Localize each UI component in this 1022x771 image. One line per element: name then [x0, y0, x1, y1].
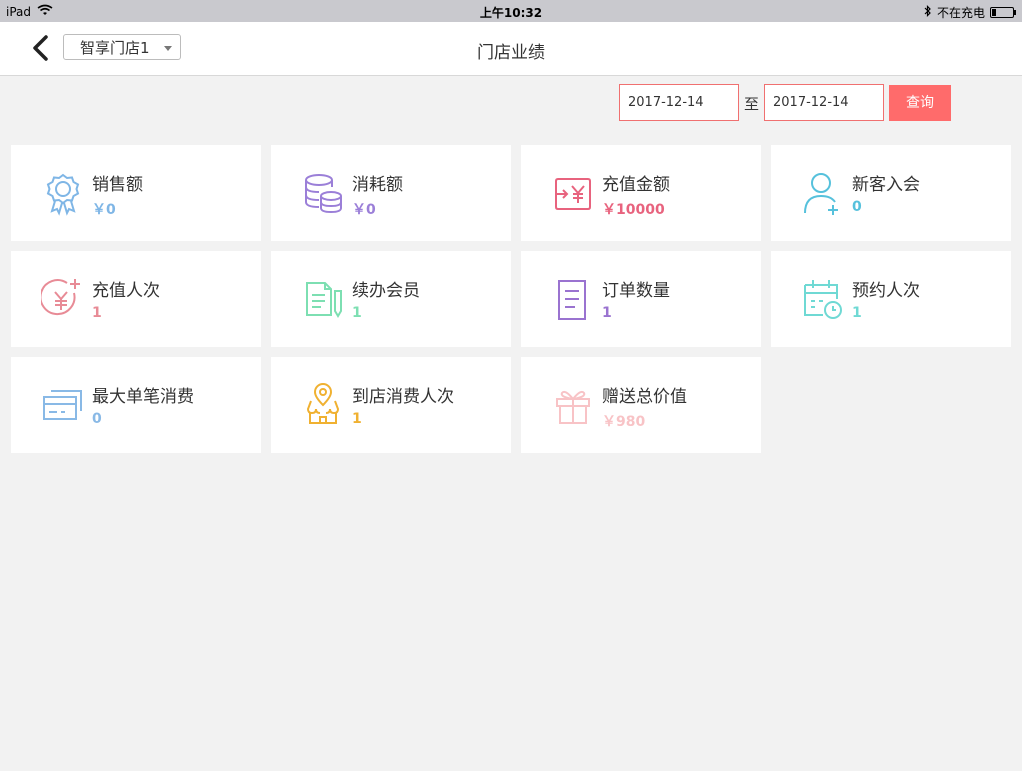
stat-card-recharge-count: 充值人次 1	[11, 251, 261, 347]
date-from-input[interactable]: 2017-12-14	[619, 84, 739, 121]
stat-card-consumption: 消耗额 ￥0	[271, 145, 511, 241]
credit-cards-icon	[41, 381, 85, 429]
stat-value: ￥0	[352, 202, 376, 218]
stat-value: 1	[352, 411, 362, 427]
stat-value: 1	[352, 305, 362, 321]
stat-label: 充值人次	[92, 281, 160, 301]
add-user-icon	[801, 169, 845, 217]
status-time: 上午10:32	[479, 6, 543, 20]
stat-card-gift-value: 赠送总价值 ￥980	[521, 357, 761, 453]
stat-value: 1	[852, 305, 862, 321]
stat-card-store-visits: 到店消费人次 1	[271, 357, 511, 453]
stat-label: 销售额	[92, 175, 143, 195]
stat-value: 1	[92, 305, 102, 321]
date-to-input[interactable]: 2017-12-14	[764, 84, 884, 121]
stat-card-sales: 销售额 ￥0	[11, 145, 261, 241]
status-bar: iPad 上午10:32 不在充电	[0, 0, 1022, 22]
store-location-icon	[301, 381, 345, 429]
award-icon	[41, 169, 85, 217]
stat-value: ￥0	[92, 202, 116, 218]
bluetooth-icon	[924, 5, 932, 20]
stat-label: 充值金额	[602, 175, 670, 195]
document-edit-icon	[301, 275, 345, 323]
stat-label: 订单数量	[602, 281, 670, 301]
stat-card-max-single: 最大单笔消费 0	[11, 357, 261, 453]
date-separator: 至	[744, 95, 760, 113]
nav-bar: 智享门店1 门店业绩	[0, 22, 1022, 76]
stat-card-recharge-amount: 充值金额 ￥10000	[521, 145, 761, 241]
stat-card-orders: 订单数量 1	[521, 251, 761, 347]
calendar-clock-icon	[801, 275, 845, 323]
stat-card-renewal: 续办会员 1	[271, 251, 511, 347]
stat-card-appointments: 预约人次 1	[771, 251, 1011, 347]
charging-status: 不在充电	[936, 6, 985, 20]
stat-label: 消耗额	[352, 175, 403, 195]
battery-icon	[990, 7, 1016, 18]
query-button[interactable]: 查询	[889, 85, 951, 121]
yen-plus-icon	[39, 275, 85, 323]
list-document-icon	[551, 275, 595, 323]
stat-label: 到店消费人次	[352, 387, 454, 407]
gift-icon	[551, 381, 595, 429]
stat-card-new-members: 新客入会 0	[771, 145, 1011, 241]
stat-label: 预约人次	[852, 281, 920, 301]
stat-value: 0	[92, 411, 102, 427]
yen-transfer-icon	[551, 169, 595, 217]
page-title: 门店业绩	[477, 43, 545, 63]
stat-label: 续办会员	[352, 281, 420, 301]
stat-value: ￥980	[602, 414, 646, 430]
stat-label: 新客入会	[852, 175, 920, 195]
stat-label: 最大单笔消费	[92, 387, 194, 407]
stat-value: 0	[852, 199, 862, 215]
stat-label: 赠送总价值	[602, 387, 687, 407]
stat-value: 1	[602, 305, 612, 321]
coins-icon	[301, 169, 345, 217]
stat-value: ￥10000	[602, 202, 665, 218]
